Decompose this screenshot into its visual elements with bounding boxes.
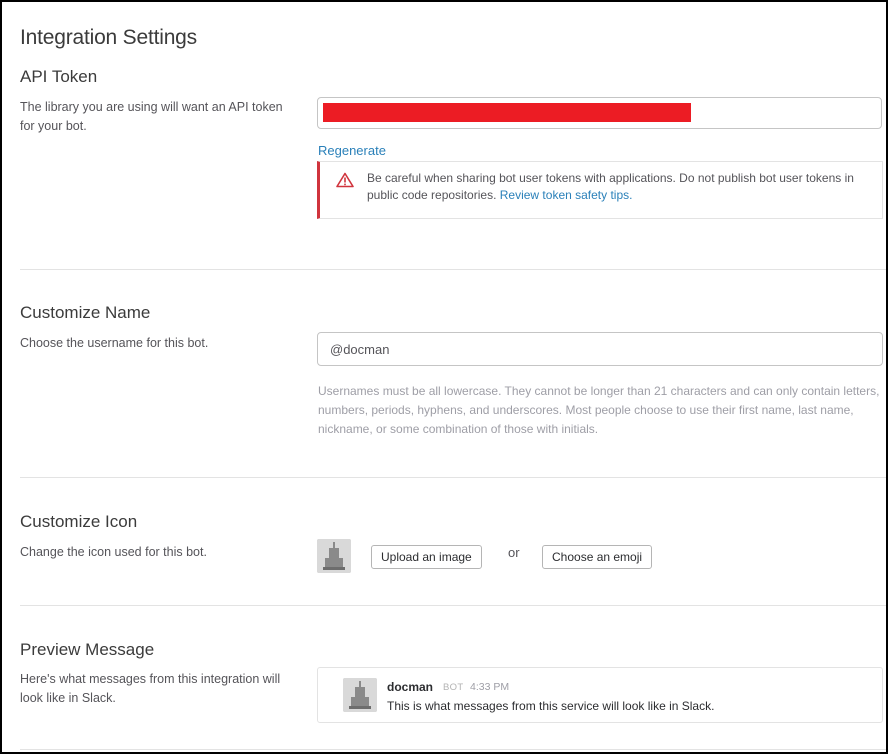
integration-settings-panel: Integration Settings API Token The libra… xyxy=(0,0,888,754)
username-input[interactable] xyxy=(317,332,883,366)
customize-name-heading: Customize Name xyxy=(20,303,151,322)
token-redaction xyxy=(323,103,691,122)
message-preview: docman BOT 4:33 PM This is what messages… xyxy=(317,667,883,723)
warning-message: Be careful when sharing bot user tokens … xyxy=(367,170,877,204)
preview-message-description: Here's what messages from this integrati… xyxy=(20,672,281,705)
preview-message-heading: Preview Message xyxy=(20,640,155,659)
message-text: This is what messages from this service … xyxy=(387,699,715,713)
api-token-field[interactable] xyxy=(317,97,882,129)
token-safety-link[interactable]: Review token safety tips. xyxy=(500,188,633,202)
bot-avatar-icon xyxy=(317,539,351,573)
customize-icon-heading: Customize Icon xyxy=(20,512,138,531)
page-title: Integration Settings xyxy=(20,26,197,49)
api-token-heading: API Token xyxy=(20,67,98,86)
section-divider xyxy=(20,477,886,478)
api-token-description: The library you are using will want an A… xyxy=(20,100,283,133)
bot-badge: BOT xyxy=(443,682,464,693)
section-divider xyxy=(20,605,886,606)
upload-image-button[interactable]: Upload an image xyxy=(371,545,482,569)
customize-icon-description: Change the icon used for this bot. xyxy=(20,545,207,559)
section-divider xyxy=(20,749,886,750)
message-sender: docman xyxy=(387,680,434,694)
bot-avatar-icon xyxy=(343,678,377,712)
warning-triangle-icon xyxy=(336,172,354,188)
regenerate-link[interactable]: Regenerate xyxy=(318,143,386,158)
message-timestamp: 4:33 PM xyxy=(470,681,510,693)
token-warning: Be careful when sharing bot user tokens … xyxy=(317,161,883,219)
customize-name-description: Choose the username for this bot. xyxy=(20,336,209,350)
username-hint: Usernames must be all lowercase. They ca… xyxy=(318,384,880,436)
section-divider xyxy=(20,269,886,270)
choose-emoji-button[interactable]: Choose an emoji xyxy=(542,545,653,569)
or-label: or xyxy=(508,545,520,560)
